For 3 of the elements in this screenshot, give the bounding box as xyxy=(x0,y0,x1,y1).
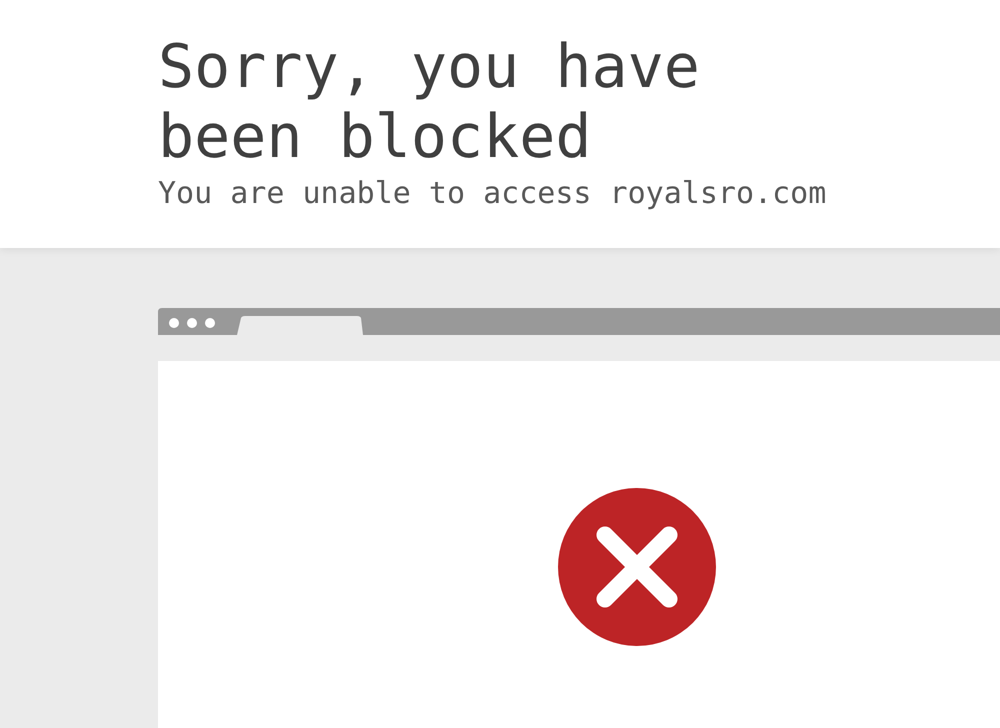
page-heading: Sorry, you have been blocked xyxy=(158,32,701,172)
page-subheading: You are unable to access royalsro.com xyxy=(158,176,828,212)
error-icon xyxy=(558,488,716,646)
